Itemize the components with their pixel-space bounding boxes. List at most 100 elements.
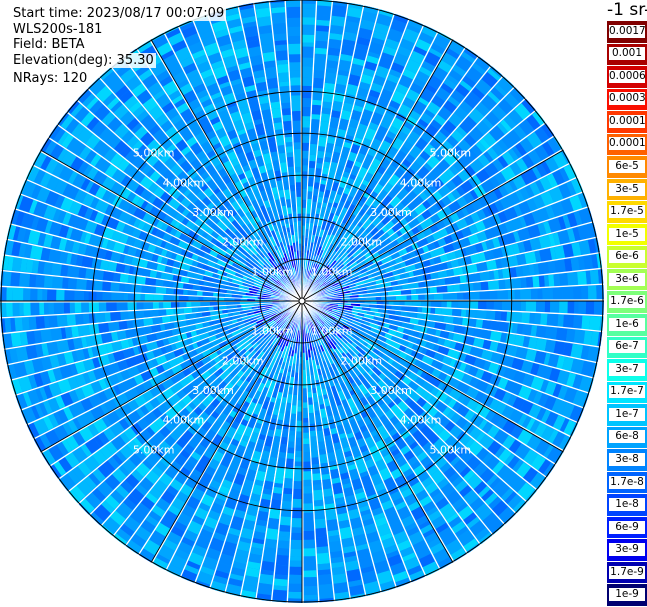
range-bin (332, 4, 348, 18)
range-bin (277, 540, 290, 549)
range-bin (21, 316, 30, 331)
range-bin (532, 276, 540, 288)
range-bin (315, 546, 329, 554)
range-bin (83, 290, 89, 301)
range-bin (316, 25, 330, 32)
range-bin (311, 464, 321, 474)
range-bin (282, 487, 293, 495)
range-bin (303, 577, 317, 587)
range-bin (271, 12, 287, 24)
range-bin (12, 302, 20, 317)
range-bin (292, 481, 302, 490)
range-bin (140, 293, 145, 301)
range-bin (429, 286, 438, 294)
range-bin (102, 291, 112, 301)
range-bin (303, 570, 317, 578)
range-bin (6, 302, 13, 317)
range-bin (43, 274, 54, 288)
range-bin (108, 321, 120, 332)
range-bin (106, 301, 117, 312)
range-bin (23, 302, 31, 316)
range-bin (52, 275, 63, 289)
range-bin (273, 578, 288, 587)
range-bin (294, 445, 302, 451)
range-bin (311, 104, 322, 115)
range-bin (473, 282, 482, 292)
range-bin (48, 301, 55, 315)
range-bin (275, 44, 288, 52)
range-bin (302, 479, 312, 487)
range-bin (75, 313, 84, 325)
range-bin (573, 286, 582, 300)
range-bin (165, 308, 174, 316)
range-bin (302, 432, 310, 439)
range-bin (318, 448, 327, 455)
range-bin (302, 92, 313, 99)
range-bin (314, 527, 327, 538)
range-bin (542, 287, 554, 301)
range-bin (302, 493, 313, 504)
range-bin (19, 272, 31, 287)
range-bin (559, 273, 569, 287)
range-bin (274, 564, 289, 576)
range-bin (281, 493, 292, 502)
range-bin (260, 560, 275, 572)
range-bin (546, 313, 559, 327)
range-bin (478, 301, 487, 310)
range-bin (290, 527, 302, 533)
range-bin (314, 518, 326, 529)
range-bin (313, 499, 324, 507)
range-bin (294, 450, 302, 458)
range-bin (116, 292, 124, 301)
range-bin (291, 507, 302, 519)
range-bin (487, 280, 500, 291)
range-bin (315, 40, 329, 49)
range-bin (64, 289, 75, 301)
range-bin (434, 279, 440, 287)
range-bin (302, 407, 309, 419)
range-bin (82, 313, 90, 324)
range-bin (126, 319, 134, 329)
range-bin (104, 311, 111, 322)
range-bin (262, 51, 276, 62)
range-bin (302, 443, 310, 453)
range-bin (67, 277, 78, 290)
range-bin (312, 484, 322, 491)
range-bin (111, 291, 117, 301)
range-bin (163, 301, 172, 309)
range-bin (271, 492, 282, 501)
range-bin (98, 301, 107, 312)
range-bin (563, 314, 575, 329)
range-bin (296, 187, 302, 197)
range-bin (286, 453, 294, 459)
range-bin (486, 310, 496, 321)
range-bin (457, 292, 464, 301)
range-bin (292, 488, 302, 500)
range-bin (153, 293, 164, 301)
range-bin (557, 314, 564, 328)
range-bin (51, 262, 62, 276)
range-bin (302, 150, 310, 159)
range-bin (271, 6, 286, 14)
range-bin (285, 141, 294, 147)
range-bin (266, 77, 279, 89)
range-bin (545, 326, 558, 341)
range-bin (96, 291, 103, 301)
range-bin (494, 311, 502, 322)
range-bin (135, 292, 141, 301)
range-bin (279, 516, 291, 526)
range-bin (555, 327, 568, 342)
range-bin (40, 328, 53, 343)
range-bin (554, 259, 566, 274)
range-bin (294, 461, 302, 467)
range-bin (50, 327, 63, 341)
range-bin (310, 446, 319, 458)
range-bin (520, 301, 526, 312)
range-bin (314, 53, 327, 65)
range-bin (310, 457, 320, 465)
range-bin (521, 324, 532, 337)
range-bin (289, 556, 302, 561)
range-bin (136, 301, 144, 310)
range-bin (74, 289, 85, 301)
range-bin (328, 38, 343, 49)
